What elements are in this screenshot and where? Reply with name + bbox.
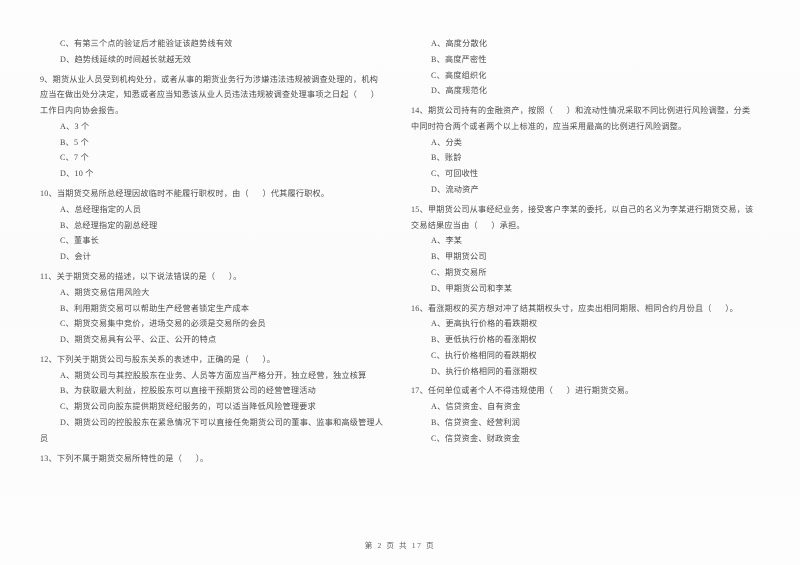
question-stem-line: 17、任何单位或者个人不得违规使用（ ）进行期货交易。 (411, 386, 634, 396)
option-item: D、趋势线延续的时间越长就越无效 (60, 54, 192, 64)
option-item: C、有第三个点的验证后才能验证该趋势线有效 (60, 39, 233, 48)
option-item: D、期货公司的控股股东在紧急情况下可以直接任免期货公司的董事、监事和高级管理人 (60, 417, 384, 427)
question-stem-line: 15、甲期货公司从事经纪业务，接受客户李某的委托，以自己的名义为李某进行期货交易… (411, 204, 754, 214)
question-10: 10、当期货交易所总经理因故临时不能履行职权时，由（ ）代其履行职权。 A、总经… (40, 186, 389, 265)
option-item: A、李某 (431, 236, 463, 246)
option-item: C、期货公司向股东提供期货经纪服务的，可以适当降低风险管理要求 (60, 402, 316, 412)
option-item: B、高度严密性 (431, 54, 487, 64)
orphan-option-group-right: A、高度分散化 B、高度严密性 C、高度组织化 D、高度规范化 (411, 36, 760, 99)
question-stem-line: 交易结果应当由（ ）承担。 (411, 220, 525, 230)
option-item: D、期货交易具有公平、公正、公开的特点 (60, 335, 217, 345)
option-item: A、总经理指定的人员 (60, 204, 142, 214)
question-9: 9、期货从业人员受到机构处分，或者从事的期货业务行为涉嫌违法违规被调查处理的，机… (40, 72, 389, 182)
question-stem-line: 9、期货从业人员受到机构处分，或者从事的期货业务行为涉嫌违法违规被调查处理的，机… (40, 74, 379, 84)
option-item: D、执行价格相同的看涨期权 (431, 366, 538, 376)
option-item: C、可回收性 (431, 169, 479, 179)
option-item: B、为获取最大利益，控股股东可以直接干预期货公司的经营管理活动 (60, 386, 316, 396)
option-item: A、更高执行价格的看跌期权 (431, 319, 538, 329)
right-column: A、高度分散化 B、高度严密性 C、高度组织化 D、高度规范化 14、期货公司持… (411, 36, 760, 447)
question-stem-line: 10、当期货交易所总经理因故临时不能履行职权时，由（ ）代其履行职权。 (40, 189, 330, 199)
option-item: D、会计 (60, 252, 92, 262)
question-13: 13、下列不属于期货交易所特性的是（ ）。 (40, 451, 389, 467)
option-item: A、期货公司与其控股股东在业务、人员等方面应当严格分开，独立经营，独立核算 (60, 370, 367, 380)
question-12: 12、下列关于期货公司与股东关系的表述中，正确的是（ ）。 A、期货公司与其控股… (40, 352, 389, 447)
option-item: B、甲期货公司 (431, 252, 487, 262)
option-item: D、10 个 (60, 169, 94, 179)
two-column-layout: C、有第三个点的验证后才能验证该趋势线有效 D、趋势线延续的时间越长就越无效 9… (40, 36, 760, 466)
option-item: D、高度规范化 (431, 86, 488, 96)
option-item: B、信贷资金、经营利润 (431, 417, 521, 427)
question-stem-line: 16、看涨期权的买方想对冲了结其期权头寸，应卖出相同期限、相同合约月份且（ ）。 (411, 303, 738, 313)
question-stem-line: 12、下列关于期货公司与股东关系的表述中，正确的是（ ）。 (40, 354, 276, 364)
question-stem-line: 应当在做出处分决定，知悉或者应当知悉该从业人员违法违规被调查处理事项之日起（ ） (40, 90, 380, 100)
exam-page: C、有第三个点的验证后才能验证该趋势线有效 D、趋势线延续的时间越长就越无效 9… (0, 0, 800, 565)
option-item: B、5 个 (60, 137, 89, 147)
option-item: C、7 个 (60, 153, 89, 163)
question-stem-line: 13、下列不属于期货交易所特性的是（ ）。 (40, 453, 209, 463)
option-item: C、信贷资金、财政资金 (431, 433, 521, 443)
option-wrap-tail: 员 (40, 433, 49, 443)
option-item: A、3 个 (60, 121, 90, 131)
question-stem-line: 11、关于期货交易的描述，以下说法错误的是（ ）。 (40, 271, 242, 281)
page-footer: 第 2 页 共 17 页 (364, 541, 436, 550)
orphan-option-group-left: C、有第三个点的验证后才能验证该趋势线有效 D、趋势线延续的时间越长就越无效 (40, 36, 389, 68)
option-item: A、高度分散化 (431, 39, 488, 48)
left-column: C、有第三个点的验证后才能验证该趋势线有效 D、趋势线延续的时间越长就越无效 9… (40, 36, 389, 466)
option-item: B、账龄 (431, 153, 462, 163)
option-item: C、期货交易集中竞价，进场交易的必须是交易所的会员 (60, 319, 266, 329)
option-item: C、董事长 (60, 236, 100, 246)
option-item: B、利用期货交易可以帮助生产经营者锁定生产成本 (60, 303, 250, 313)
option-item: A、信贷资金、自有资金 (431, 402, 521, 412)
question-stem-line: 14、期货公司持有的金融资产，按照（ ）和流动性情况采取不同比例进行风险调整，分… (411, 106, 751, 116)
option-item: B、总经理指定的副总经理 (60, 220, 158, 230)
option-item: B、更低执行价格的看涨期权 (431, 335, 537, 345)
question-11: 11、关于期货交易的描述，以下说法错误的是（ ）。 A、期货交易信用风险大 B、… (40, 269, 389, 348)
option-item: D、流动资产 (431, 185, 479, 195)
question-15: 15、甲期货公司从事经纪业务，接受客户李某的委托，以自己的名义为李某进行期货交易… (411, 202, 760, 297)
option-item: C、高度组织化 (431, 70, 487, 80)
question-17: 17、任何单位或者个人不得违规使用（ ）进行期货交易。 A、信贷资金、自有资金 … (411, 383, 760, 446)
question-stem-line: 中同时符合两个或者两个以上标准的，应当采用最高的比例进行风险调整。 (411, 121, 687, 131)
question-16: 16、看涨期权的买方想对冲了结其期权头寸，应卖出相同期限、相同合约月份且（ ）。… (411, 301, 760, 380)
option-item: C、执行价格相同的看跌期权 (431, 350, 537, 360)
option-item: A、分类 (431, 137, 463, 147)
option-item: D、甲期货公司和李某 (431, 283, 513, 293)
question-14: 14、期货公司持有的金融资产，按照（ ）和流动性情况采取不同比例进行风险调整，分… (411, 103, 760, 198)
option-item: C、期货交易所 (431, 267, 487, 277)
option-item: A、期货交易信用风险大 (60, 287, 150, 297)
question-stem-line: 工作日内向协会报告。 (40, 106, 124, 116)
